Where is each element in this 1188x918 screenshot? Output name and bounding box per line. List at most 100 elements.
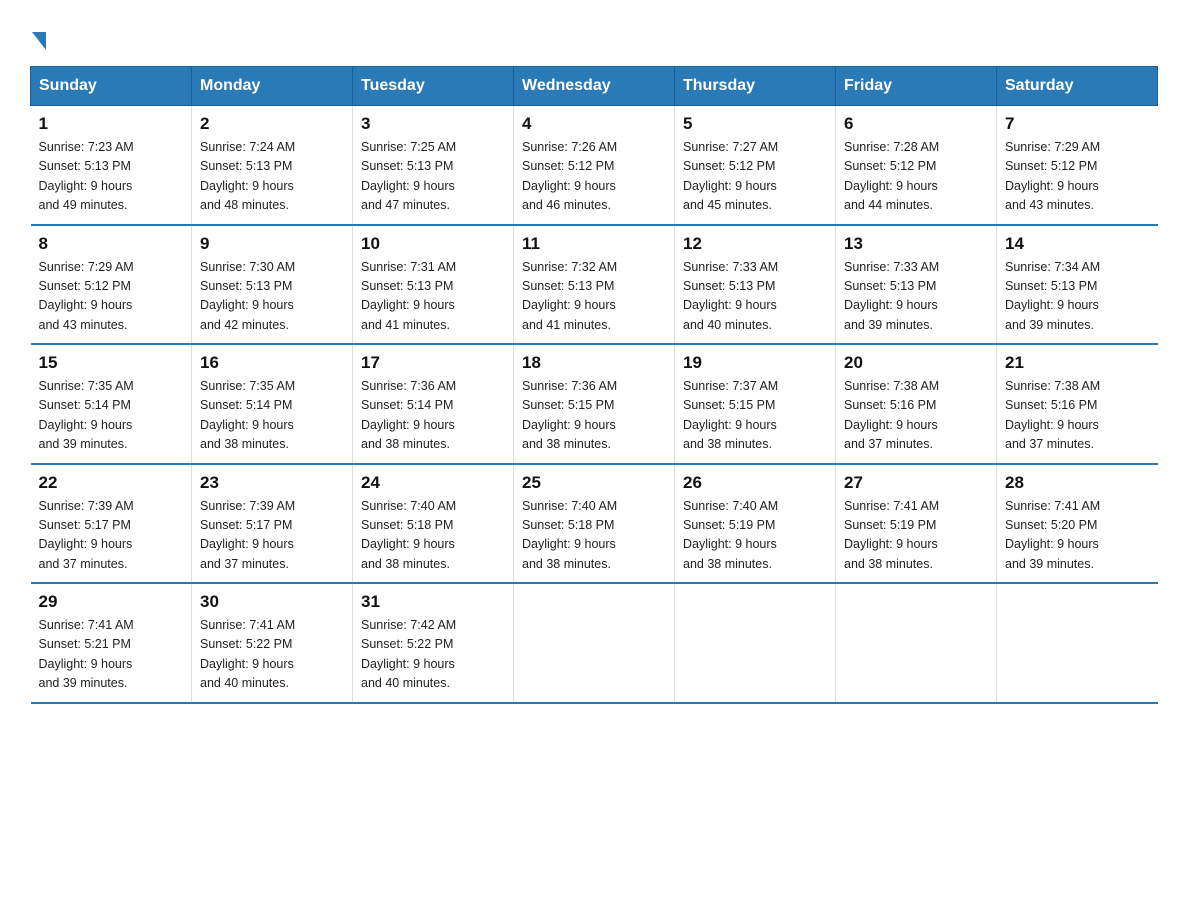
day-number: 13 — [844, 234, 988, 254]
day-info: Sunrise: 7:41 AMSunset: 5:22 PMDaylight:… — [200, 616, 344, 694]
day-cell: 23 Sunrise: 7:39 AMSunset: 5:17 PMDaylig… — [192, 464, 353, 584]
day-number: 1 — [39, 114, 184, 134]
day-cell: 28 Sunrise: 7:41 AMSunset: 5:20 PMDaylig… — [997, 464, 1158, 584]
day-info: Sunrise: 7:28 AMSunset: 5:12 PMDaylight:… — [844, 138, 988, 216]
calendar-table: SundayMondayTuesdayWednesdayThursdayFrid… — [30, 66, 1158, 704]
day-info: Sunrise: 7:36 AMSunset: 5:15 PMDaylight:… — [522, 377, 666, 455]
day-cell: 2 Sunrise: 7:24 AMSunset: 5:13 PMDayligh… — [192, 106, 353, 225]
page-header — [30, 20, 1158, 48]
day-number: 27 — [844, 473, 988, 493]
week-row-1: 1 Sunrise: 7:23 AMSunset: 5:13 PMDayligh… — [31, 106, 1158, 225]
day-info: Sunrise: 7:34 AMSunset: 5:13 PMDaylight:… — [1005, 258, 1150, 336]
day-info: Sunrise: 7:23 AMSunset: 5:13 PMDaylight:… — [39, 138, 184, 216]
day-info: Sunrise: 7:40 AMSunset: 5:18 PMDaylight:… — [522, 497, 666, 575]
day-number: 17 — [361, 353, 505, 373]
day-cell: 15 Sunrise: 7:35 AMSunset: 5:14 PMDaylig… — [31, 344, 192, 464]
day-cell: 25 Sunrise: 7:40 AMSunset: 5:18 PMDaylig… — [514, 464, 675, 584]
day-number: 19 — [683, 353, 827, 373]
day-cell: 10 Sunrise: 7:31 AMSunset: 5:13 PMDaylig… — [353, 225, 514, 345]
week-row-3: 15 Sunrise: 7:35 AMSunset: 5:14 PMDaylig… — [31, 344, 1158, 464]
day-info: Sunrise: 7:41 AMSunset: 5:19 PMDaylight:… — [844, 497, 988, 575]
day-cell: 6 Sunrise: 7:28 AMSunset: 5:12 PMDayligh… — [836, 106, 997, 225]
day-info: Sunrise: 7:24 AMSunset: 5:13 PMDaylight:… — [200, 138, 344, 216]
day-number: 9 — [200, 234, 344, 254]
day-number: 24 — [361, 473, 505, 493]
day-info: Sunrise: 7:36 AMSunset: 5:14 PMDaylight:… — [361, 377, 505, 455]
week-row-2: 8 Sunrise: 7:29 AMSunset: 5:12 PMDayligh… — [31, 225, 1158, 345]
day-cell: 17 Sunrise: 7:36 AMSunset: 5:14 PMDaylig… — [353, 344, 514, 464]
day-info: Sunrise: 7:33 AMSunset: 5:13 PMDaylight:… — [844, 258, 988, 336]
day-cell: 19 Sunrise: 7:37 AMSunset: 5:15 PMDaylig… — [675, 344, 836, 464]
day-number: 21 — [1005, 353, 1150, 373]
day-number: 15 — [39, 353, 184, 373]
day-cell — [836, 583, 997, 703]
header-row: SundayMondayTuesdayWednesdayThursdayFrid… — [31, 67, 1158, 106]
day-cell: 5 Sunrise: 7:27 AMSunset: 5:12 PMDayligh… — [675, 106, 836, 225]
day-cell: 18 Sunrise: 7:36 AMSunset: 5:15 PMDaylig… — [514, 344, 675, 464]
day-number: 30 — [200, 592, 344, 612]
day-cell: 14 Sunrise: 7:34 AMSunset: 5:13 PMDaylig… — [997, 225, 1158, 345]
day-cell: 26 Sunrise: 7:40 AMSunset: 5:19 PMDaylig… — [675, 464, 836, 584]
col-header-sunday: Sunday — [31, 67, 192, 106]
col-header-wednesday: Wednesday — [514, 67, 675, 106]
day-cell: 3 Sunrise: 7:25 AMSunset: 5:13 PMDayligh… — [353, 106, 514, 225]
day-info: Sunrise: 7:42 AMSunset: 5:22 PMDaylight:… — [361, 616, 505, 694]
day-number: 18 — [522, 353, 666, 373]
day-number: 14 — [1005, 234, 1150, 254]
day-info: Sunrise: 7:39 AMSunset: 5:17 PMDaylight:… — [39, 497, 184, 575]
day-number: 25 — [522, 473, 666, 493]
day-info: Sunrise: 7:41 AMSunset: 5:21 PMDaylight:… — [39, 616, 184, 694]
day-info: Sunrise: 7:35 AMSunset: 5:14 PMDaylight:… — [200, 377, 344, 455]
day-number: 2 — [200, 114, 344, 134]
day-number: 3 — [361, 114, 505, 134]
day-number: 8 — [39, 234, 184, 254]
day-cell: 11 Sunrise: 7:32 AMSunset: 5:13 PMDaylig… — [514, 225, 675, 345]
day-info: Sunrise: 7:41 AMSunset: 5:20 PMDaylight:… — [1005, 497, 1150, 575]
day-info: Sunrise: 7:35 AMSunset: 5:14 PMDaylight:… — [39, 377, 184, 455]
col-header-thursday: Thursday — [675, 67, 836, 106]
day-number: 29 — [39, 592, 184, 612]
day-info: Sunrise: 7:40 AMSunset: 5:19 PMDaylight:… — [683, 497, 827, 575]
day-info: Sunrise: 7:38 AMSunset: 5:16 PMDaylight:… — [1005, 377, 1150, 455]
day-info: Sunrise: 7:27 AMSunset: 5:12 PMDaylight:… — [683, 138, 827, 216]
day-info: Sunrise: 7:26 AMSunset: 5:12 PMDaylight:… — [522, 138, 666, 216]
day-cell: 1 Sunrise: 7:23 AMSunset: 5:13 PMDayligh… — [31, 106, 192, 225]
day-info: Sunrise: 7:25 AMSunset: 5:13 PMDaylight:… — [361, 138, 505, 216]
day-cell: 20 Sunrise: 7:38 AMSunset: 5:16 PMDaylig… — [836, 344, 997, 464]
day-cell: 29 Sunrise: 7:41 AMSunset: 5:21 PMDaylig… — [31, 583, 192, 703]
day-cell — [675, 583, 836, 703]
day-info: Sunrise: 7:30 AMSunset: 5:13 PMDaylight:… — [200, 258, 344, 336]
day-cell: 31 Sunrise: 7:42 AMSunset: 5:22 PMDaylig… — [353, 583, 514, 703]
logo-triangle-icon — [32, 32, 46, 50]
week-row-4: 22 Sunrise: 7:39 AMSunset: 5:17 PMDaylig… — [31, 464, 1158, 584]
day-info: Sunrise: 7:39 AMSunset: 5:17 PMDaylight:… — [200, 497, 344, 575]
day-number: 12 — [683, 234, 827, 254]
day-number: 22 — [39, 473, 184, 493]
day-number: 26 — [683, 473, 827, 493]
day-cell: 9 Sunrise: 7:30 AMSunset: 5:13 PMDayligh… — [192, 225, 353, 345]
day-number: 11 — [522, 234, 666, 254]
day-number: 6 — [844, 114, 988, 134]
day-number: 5 — [683, 114, 827, 134]
day-info: Sunrise: 7:33 AMSunset: 5:13 PMDaylight:… — [683, 258, 827, 336]
day-info: Sunrise: 7:37 AMSunset: 5:15 PMDaylight:… — [683, 377, 827, 455]
day-info: Sunrise: 7:32 AMSunset: 5:13 PMDaylight:… — [522, 258, 666, 336]
day-number: 23 — [200, 473, 344, 493]
col-header-monday: Monday — [192, 67, 353, 106]
day-cell — [514, 583, 675, 703]
day-cell: 12 Sunrise: 7:33 AMSunset: 5:13 PMDaylig… — [675, 225, 836, 345]
day-info: Sunrise: 7:31 AMSunset: 5:13 PMDaylight:… — [361, 258, 505, 336]
day-cell: 30 Sunrise: 7:41 AMSunset: 5:22 PMDaylig… — [192, 583, 353, 703]
day-cell: 27 Sunrise: 7:41 AMSunset: 5:19 PMDaylig… — [836, 464, 997, 584]
day-number: 28 — [1005, 473, 1150, 493]
week-row-5: 29 Sunrise: 7:41 AMSunset: 5:21 PMDaylig… — [31, 583, 1158, 703]
logo — [30, 30, 48, 48]
day-number: 31 — [361, 592, 505, 612]
day-number: 20 — [844, 353, 988, 373]
day-cell: 13 Sunrise: 7:33 AMSunset: 5:13 PMDaylig… — [836, 225, 997, 345]
day-cell: 21 Sunrise: 7:38 AMSunset: 5:16 PMDaylig… — [997, 344, 1158, 464]
day-cell: 22 Sunrise: 7:39 AMSunset: 5:17 PMDaylig… — [31, 464, 192, 584]
col-header-tuesday: Tuesday — [353, 67, 514, 106]
day-number: 10 — [361, 234, 505, 254]
day-info: Sunrise: 7:29 AMSunset: 5:12 PMDaylight:… — [1005, 138, 1150, 216]
